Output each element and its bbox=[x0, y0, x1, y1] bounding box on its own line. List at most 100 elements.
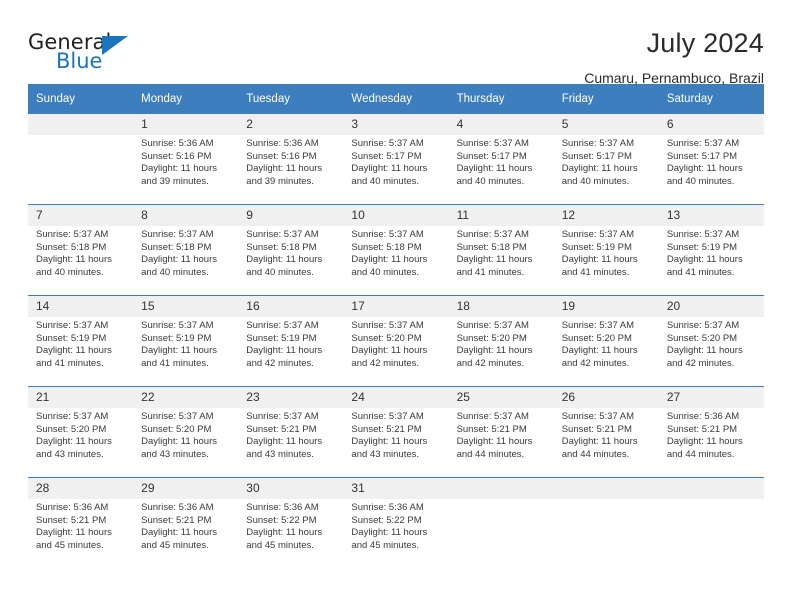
weekday-header-friday: Friday bbox=[553, 84, 659, 114]
calendar-day-cell[interactable]: 27 Sunrise: 5:36 AM Sunset: 5:21 PM Dayligh… bbox=[658, 386, 764, 478]
calendar-day-cell[interactable]: 13 Sunrise: 5:37 AM Sunset: 5:19 PM Dayligh… bbox=[658, 204, 764, 296]
daylight-duration-line1: Daylight: 11 hours bbox=[141, 163, 218, 175]
day-number: 12 bbox=[553, 205, 659, 226]
day-number: 31 bbox=[343, 478, 449, 499]
calendar-day-cell[interactable]: 7 Sunrise: 5:37 AM Sunset: 5:18 PM Daylight… bbox=[28, 204, 134, 296]
day-cell-content bbox=[448, 478, 554, 568]
calendar-day-cell[interactable]: 12 Sunrise: 5:37 AM Sunset: 5:19 PM Dayligh… bbox=[553, 204, 659, 296]
daylight-duration-line2: and 41 minutes. bbox=[561, 266, 630, 278]
day-cell-content: 29 Sunrise: 5:36 AM Sunset: 5:21 PM Dayligh… bbox=[133, 478, 239, 568]
calendar-day-cell[interactable]: 29 Sunrise: 5:36 AM Sunset: 5:21 PM Dayligh… bbox=[133, 477, 239, 568]
title-block: July 2024 Cumaru, Pernambuco, Brazil bbox=[148, 26, 764, 88]
calendar-day-cell[interactable]: 16 Sunrise: 5:37 AM Sunset: 5:19 PM Dayligh… bbox=[238, 295, 344, 387]
calendar-day-cell[interactable]: 28 Sunrise: 5:36 AM Sunset: 5:21 PM Dayligh… bbox=[28, 477, 134, 568]
sunset-time: Sunset: 5:21 PM bbox=[351, 423, 422, 435]
sunrise-time: Sunrise: 5:37 AM bbox=[36, 320, 109, 331]
calendar-day-cell[interactable]: 1 Sunrise: 5:36 AM Sunset: 5:16 PM Daylight… bbox=[133, 114, 239, 205]
day-number: 3 bbox=[343, 114, 449, 135]
calendar-day-cell[interactable]: 24 Sunrise: 5:37 AM Sunset: 5:21 PM Dayligh… bbox=[343, 386, 449, 478]
sunrise-time: Sunrise: 5:36 AM bbox=[246, 502, 319, 513]
calendar-day-cell[interactable]: 15 Sunrise: 5:37 AM Sunset: 5:19 PM Dayligh… bbox=[133, 295, 239, 387]
sunset-time: Sunset: 5:19 PM bbox=[141, 332, 212, 344]
calendar-day-cell[interactable]: 6 Sunrise: 5:37 AM Sunset: 5:17 PM Daylight… bbox=[658, 114, 764, 205]
calendar-body: 1 Sunrise: 5:36 AM Sunset: 5:16 PM Daylight… bbox=[28, 114, 764, 568]
day-cell-content: 31 Sunrise: 5:36 AM Sunset: 5:22 PM Dayligh… bbox=[343, 478, 449, 568]
day-details: Sunrise: 5:37 AM Sunset: 5:20 PM Daylight:… bbox=[554, 317, 659, 370]
sunrise-time: Sunrise: 5:37 AM bbox=[141, 320, 214, 331]
sunset-time: Sunset: 5:19 PM bbox=[666, 241, 738, 253]
daylight-duration-line1: Daylight: 11 hours bbox=[351, 527, 428, 539]
day-number: 19 bbox=[553, 296, 659, 317]
daylight-duration-line2: and 45 minutes. bbox=[351, 539, 420, 551]
sunset-time: Sunset: 5:17 PM bbox=[666, 150, 738, 162]
day-number: 29 bbox=[133, 478, 239, 499]
daylight-duration-line1: Daylight: 11 hours bbox=[351, 254, 428, 266]
calendar-day-cell[interactable]: 22 Sunrise: 5:37 AM Sunset: 5:20 PM Dayligh… bbox=[133, 386, 239, 478]
sunrise-time: Sunrise: 5:37 AM bbox=[666, 320, 740, 331]
daylight-duration-line2: and 45 minutes. bbox=[141, 539, 209, 551]
calendar-day-cell[interactable]: 10 Sunrise: 5:37 AM Sunset: 5:18 PM Dayligh… bbox=[343, 204, 449, 296]
sunrise-time: Sunrise: 5:36 AM bbox=[666, 411, 740, 422]
sunset-time: Sunset: 5:18 PM bbox=[246, 241, 317, 253]
calendar-day-cell[interactable]: 21 Sunrise: 5:37 AM Sunset: 5:20 PM Dayligh… bbox=[28, 386, 134, 478]
day-details: Sunrise: 5:37 AM Sunset: 5:20 PM Daylight:… bbox=[343, 317, 448, 370]
general-blue-logo[interactable]: General Blue bbox=[28, 26, 148, 78]
sunrise-time: Sunrise: 5:37 AM bbox=[246, 411, 319, 422]
weekday-header-monday: Monday bbox=[133, 84, 239, 114]
calendar-day-cell-empty bbox=[658, 477, 764, 568]
daylight-duration-line2: and 40 minutes. bbox=[666, 175, 735, 187]
location-subtitle: Cumaru, Pernambuco, Brazil bbox=[584, 70, 764, 86]
calendar-day-cell[interactable]: 4 Sunrise: 5:37 AM Sunset: 5:17 PM Daylight… bbox=[448, 114, 554, 205]
calendar-day-cell[interactable]: 3 Sunrise: 5:37 AM Sunset: 5:17 PM Daylight… bbox=[343, 114, 449, 205]
calendar-day-cell[interactable]: 19 Sunrise: 5:37 AM Sunset: 5:20 PM Dayligh… bbox=[553, 295, 659, 387]
day-number: 17 bbox=[343, 296, 449, 317]
daylight-duration-line2: and 44 minutes. bbox=[456, 448, 525, 460]
day-cell-content bbox=[553, 478, 659, 568]
day-cell-content: 7 Sunrise: 5:37 AM Sunset: 5:18 PM Daylight… bbox=[28, 205, 134, 295]
sunrise-time: Sunrise: 5:37 AM bbox=[456, 320, 529, 331]
page-header: General Blue July 2024 Cumaru, Pernambuc… bbox=[28, 0, 764, 86]
day-number: 5 bbox=[553, 114, 659, 135]
daylight-duration-line2: and 41 minutes. bbox=[456, 266, 525, 278]
day-number: 6 bbox=[658, 114, 764, 135]
sunset-time: Sunset: 5:21 PM bbox=[141, 514, 212, 526]
day-details: Sunrise: 5:37 AM Sunset: 5:20 PM Daylight:… bbox=[133, 408, 238, 461]
day-number bbox=[28, 114, 134, 135]
calendar-week-row: 21 Sunrise: 5:37 AM Sunset: 5:20 PM Dayligh… bbox=[28, 386, 764, 478]
calendar-day-cell[interactable]: 30 Sunrise: 5:36 AM Sunset: 5:22 PM Dayligh… bbox=[238, 477, 344, 568]
sunset-time: Sunset: 5:18 PM bbox=[36, 241, 107, 253]
calendar-day-cell[interactable]: 31 Sunrise: 5:36 AM Sunset: 5:22 PM Dayligh… bbox=[343, 477, 449, 568]
day-cell-content: 13 Sunrise: 5:37 AM Sunset: 5:19 PM Dayligh… bbox=[658, 205, 764, 295]
calendar-day-cell[interactable]: 25 Sunrise: 5:37 AM Sunset: 5:21 PM Dayligh… bbox=[448, 386, 554, 478]
day-number: 14 bbox=[28, 296, 134, 317]
daylight-duration-line1: Daylight: 11 hours bbox=[666, 254, 743, 266]
sunrise-time: Sunrise: 5:37 AM bbox=[456, 138, 529, 149]
day-cell-content: 11 Sunrise: 5:37 AM Sunset: 5:18 PM Dayligh… bbox=[448, 205, 554, 295]
day-cell-content: 2 Sunrise: 5:36 AM Sunset: 5:16 PM Daylight… bbox=[238, 114, 344, 204]
sunset-time: Sunset: 5:16 PM bbox=[141, 150, 212, 162]
day-cell-content: 8 Sunrise: 5:37 AM Sunset: 5:18 PM Daylight… bbox=[133, 205, 239, 295]
calendar-day-cell[interactable]: 26 Sunrise: 5:37 AM Sunset: 5:21 PM Dayligh… bbox=[553, 386, 659, 478]
day-details: Sunrise: 5:37 AM Sunset: 5:20 PM Daylight:… bbox=[28, 408, 133, 461]
calendar-day-cell[interactable]: 17 Sunrise: 5:37 AM Sunset: 5:20 PM Dayligh… bbox=[343, 295, 449, 387]
calendar-day-cell[interactable]: 9 Sunrise: 5:37 AM Sunset: 5:18 PM Daylight… bbox=[238, 204, 344, 296]
calendar-day-cell[interactable]: 5 Sunrise: 5:37 AM Sunset: 5:17 PM Daylight… bbox=[553, 114, 659, 205]
day-number: 13 bbox=[658, 205, 764, 226]
calendar-day-cell[interactable]: 14 Sunrise: 5:37 AM Sunset: 5:19 PM Dayligh… bbox=[28, 295, 134, 387]
calendar-day-cell[interactable]: 20 Sunrise: 5:37 AM Sunset: 5:20 PM Dayligh… bbox=[658, 295, 764, 387]
calendar-day-cell[interactable]: 8 Sunrise: 5:37 AM Sunset: 5:18 PM Daylight… bbox=[133, 204, 239, 296]
sunset-time: Sunset: 5:17 PM bbox=[456, 150, 527, 162]
calendar-day-cell[interactable]: 18 Sunrise: 5:37 AM Sunset: 5:20 PM Dayligh… bbox=[448, 295, 554, 387]
calendar-day-cell[interactable]: 2 Sunrise: 5:36 AM Sunset: 5:16 PM Daylight… bbox=[238, 114, 344, 205]
calendar-week-row: 1 Sunrise: 5:36 AM Sunset: 5:16 PM Daylight… bbox=[28, 114, 764, 205]
day-number: 7 bbox=[28, 205, 134, 226]
calendar-day-cell[interactable]: 23 Sunrise: 5:37 AM Sunset: 5:21 PM Dayligh… bbox=[238, 386, 344, 478]
day-details: Sunrise: 5:37 AM Sunset: 5:18 PM Daylight:… bbox=[238, 226, 343, 279]
daylight-duration-line2: and 39 minutes. bbox=[246, 175, 314, 187]
calendar-day-cell-empty bbox=[553, 477, 659, 568]
day-details: Sunrise: 5:36 AM Sunset: 5:21 PM Daylight:… bbox=[659, 408, 764, 461]
sunrise-time: Sunrise: 5:37 AM bbox=[141, 411, 214, 422]
day-number: 28 bbox=[28, 478, 134, 499]
calendar-day-cell[interactable]: 11 Sunrise: 5:37 AM Sunset: 5:18 PM Dayligh… bbox=[448, 204, 554, 296]
day-details: Sunrise: 5:37 AM Sunset: 5:19 PM Daylight:… bbox=[133, 317, 238, 370]
